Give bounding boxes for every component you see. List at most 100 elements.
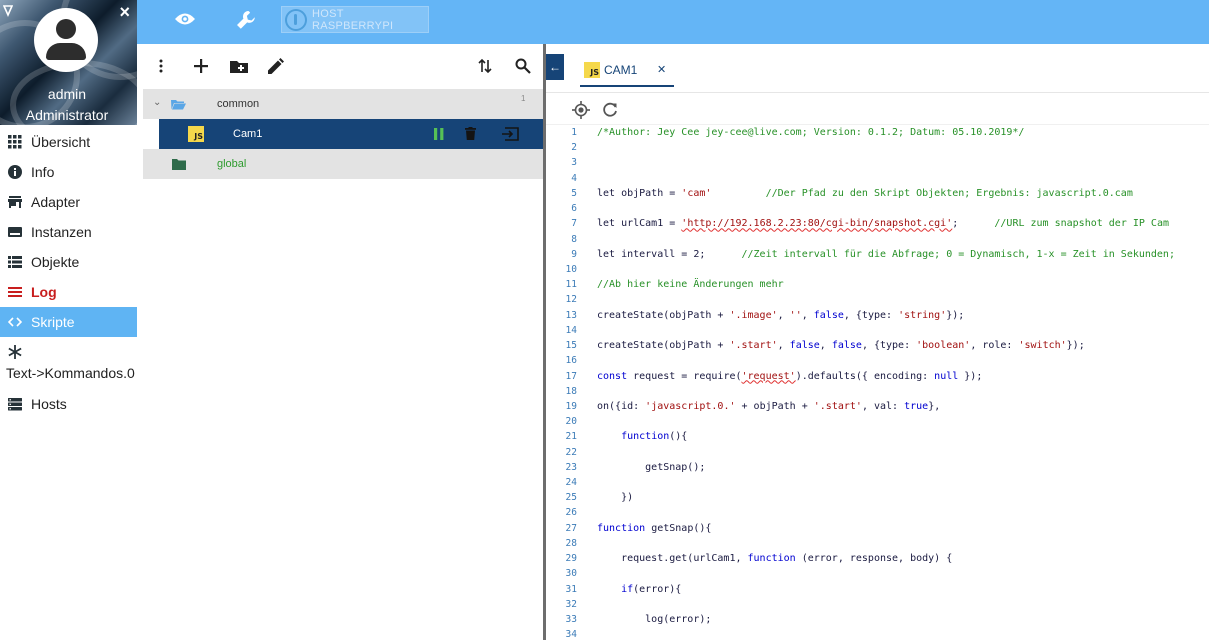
code-line[interactable]: 24 [546,475,1209,490]
add-icon[interactable] [194,58,208,74]
line-number: 30 [565,568,577,580]
nav-item-log[interactable]: Log [0,277,137,307]
line-number: 23 [565,461,577,473]
wrench-icon[interactable] [236,10,256,30]
code-line[interactable]: 23 getSnap(); [546,460,1209,475]
script-tree: ⌄ common 1 JS Cam1 global [143,89,543,179]
code-line[interactable]: 31 if(error){ [546,582,1209,597]
code-line[interactable]: 15 createState(objPath + '.start', false,… [546,338,1209,353]
add-folder-icon[interactable] [230,58,248,74]
code-line[interactable]: 14 [546,323,1209,338]
more-vert-icon[interactable] [159,58,163,74]
tab-cam1[interactable]: JS CAM1 ✕ [580,56,674,87]
nav-label: Log [31,284,57,300]
list-icon [8,255,22,269]
nav-item-hosts[interactable]: Hosts [0,389,137,419]
code-line[interactable]: 18 [546,384,1209,399]
line-number: 29 [565,553,577,565]
code-line[interactable]: 9 let intervall = 2; //Zeit intervall für… [546,247,1209,262]
chevron-down-icon[interactable]: ⌄ [153,97,161,108]
sidebar: × admin Administrator Übersicht Info Ada… [0,0,137,640]
folder-count: 1 [521,94,526,103]
close-icon[interactable]: ✕ [657,63,666,76]
code-line[interactable]: 19 on({id: 'javascript.0.' + objPath + '.… [546,399,1209,414]
code-text: createState(objPath + '.image', '', fals… [597,309,965,321]
locate-icon[interactable] [572,101,590,119]
code-line[interactable]: 25 }) [546,490,1209,505]
code-text: }) [597,492,634,504]
code-line[interactable]: 5 let objPath = 'cam' //Der Pfad zu den S… [546,186,1209,201]
code-line[interactable]: 21 function(){ [546,429,1209,444]
code-line[interactable]: 6 [546,201,1209,216]
nav-item-text-kommandos[interactable]: Text->Kommandos.0 [0,337,137,389]
code-line[interactable]: 30 [546,566,1209,581]
menu-collapse-icon[interactable] [3,5,13,17]
code-line[interactable]: 34 [546,627,1209,640]
code-text: let intervall = 2; //Zeit intervall für … [597,248,1175,260]
code-line[interactable]: 20 [546,414,1209,429]
sort-icon[interactable] [478,58,492,74]
editor-panel: ← JS CAM1 ✕ 1 /*Author: Jey Cee jey-cee@l… [546,44,1209,640]
code-icon [8,315,22,329]
line-number: 3 [571,157,577,169]
export-icon[interactable] [501,127,519,141]
nav-item-adapter[interactable]: Adapter [0,187,137,217]
edit-icon[interactable] [268,58,284,74]
line-number: 7 [571,218,577,230]
search-icon[interactable] [515,58,531,74]
code-line[interactable]: 33 log(error); [546,612,1209,627]
code-text: getSnap(); [597,461,706,473]
arrow-left-icon: ← [549,60,561,74]
collapse-tree-button[interactable]: ← [546,54,564,80]
code-line[interactable]: 22 [546,445,1209,460]
code-line[interactable]: 11 //Ab hier keine Änderungen mehr [546,277,1209,292]
tree-folder-common[interactable]: ⌄ common 1 [143,89,543,119]
line-number: 17 [565,370,577,382]
code-line[interactable]: 2 [546,140,1209,155]
line-number: 6 [571,203,577,215]
line-number: 32 [565,598,577,610]
nav-item-objekte[interactable]: Objekte [0,247,137,277]
line-number: 27 [565,522,577,534]
code-line[interactable]: 27 function getSnap(){ [546,521,1209,536]
avatar[interactable] [34,8,98,72]
code-text: if(error){ [621,583,682,595]
nav-item-info[interactable]: Info [0,157,137,187]
code-text: let urlCam1 = 'http://192.168.2.23:80/cg… [597,218,1169,230]
code-line[interactable]: 3 [546,155,1209,170]
code-line[interactable]: 32 [546,597,1209,612]
host-selector[interactable]: HOST RASPBERRYPI [281,6,429,33]
tree-folder-global[interactable]: global [143,149,543,179]
code-line[interactable]: 8 [546,232,1209,247]
code-line[interactable]: 26 [546,505,1209,520]
code-line[interactable]: 29 request.get(urlCam1, function (error,… [546,551,1209,566]
code-line[interactable]: 4 [546,171,1209,186]
code-line[interactable]: 12 [546,292,1209,307]
line-number: 20 [565,416,577,428]
pause-icon[interactable] [434,128,444,140]
nav-item-skripte[interactable]: Skripte [0,307,137,337]
line-number: 2 [571,142,577,154]
eye-icon[interactable] [175,12,195,26]
close-icon[interactable]: × [119,3,130,21]
code-line[interactable]: 17 const request = require('request').def… [546,369,1209,384]
code-line[interactable]: 28 [546,536,1209,551]
line-number: 22 [565,446,577,458]
line-number: 11 [565,279,577,291]
code-line[interactable]: 1 /*Author: Jey Cee jey-cee@live.com; Ver… [546,125,1209,140]
tree-script-cam1[interactable]: JS Cam1 [159,119,543,149]
script-tree-panel: ⌄ common 1 JS Cam1 global [143,44,543,640]
nav-label: Adapter [31,194,81,210]
refresh-icon[interactable] [602,102,618,118]
nav-item-uebersicht[interactable]: Übersicht [0,127,137,157]
editor-tab-bar: ← JS CAM1 ✕ [546,44,1209,93]
delete-icon[interactable] [465,127,476,140]
code-editor[interactable]: 1 /*Author: Jey Cee jey-cee@live.com; Ver… [546,125,1209,640]
line-number: 14 [565,324,577,336]
code-line[interactable]: 16 [546,353,1209,368]
nav-item-instanzen[interactable]: Instanzen [0,217,137,247]
code-line[interactable]: 13 createState(objPath + '.image', '', fa… [546,308,1209,323]
code-line[interactable]: 7 let urlCam1 = 'http://192.168.2.23:80/c… [546,216,1209,231]
code-line[interactable]: 10 [546,262,1209,277]
line-number: 31 [565,583,577,595]
